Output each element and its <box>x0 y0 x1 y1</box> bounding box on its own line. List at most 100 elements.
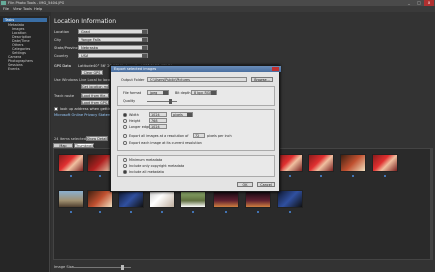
app-icon <box>1 1 6 5</box>
clear-gps-button[interactable]: Clear GPS <box>81 70 103 75</box>
resolution-value: 72 <box>195 134 200 138</box>
width-radio[interactable] <box>123 113 127 117</box>
privacy-link[interactable]: Microsoft Online Privacy Statement <box>54 113 117 117</box>
output-folder-field[interactable]: C:\Users\Public\Pictures <box>147 77 247 82</box>
height-value: 768 <box>151 119 158 123</box>
meta-min-label: Minimum metadata <box>129 158 163 162</box>
bit-depth-dropdown[interactable]: 8 bpc RGB <box>191 90 217 95</box>
get-location-button[interactable]: Get location map <box>81 84 109 89</box>
thumbnail-image[interactable] <box>180 190 206 208</box>
thumbnail-image[interactable] <box>213 190 239 208</box>
unit-dropdown[interactable]: pixels <box>171 112 193 117</box>
thumbnail-scrollbar[interactable] <box>430 149 433 259</box>
location-heading: Location Information <box>54 18 117 25</box>
thumbnail-image[interactable] <box>118 190 144 208</box>
menu-view[interactable]: View <box>13 7 22 11</box>
location-label: Location <box>54 30 70 34</box>
thumbnail-image[interactable] <box>58 190 84 208</box>
gps-label: GPS Data <box>54 64 71 68</box>
selection-count: 24 items selected <box>54 137 87 141</box>
width-input[interactable]: 1024 <box>149 112 167 117</box>
geotag-marker-icon <box>289 211 291 213</box>
menu-file[interactable]: File <box>3 7 9 11</box>
longer-edge-input[interactable]: 1024 <box>149 124 167 129</box>
city-dropdown[interactable]: Yonge Falls <box>78 37 148 42</box>
resolution-note: Export all images at a resolution of <box>129 134 189 138</box>
geotag-marker-icon <box>70 211 72 213</box>
file-format-dropdown[interactable]: jpeg <box>147 90 169 95</box>
menu-help[interactable]: Help <box>34 7 42 11</box>
height-radio[interactable] <box>123 119 127 123</box>
bit-depth-label: Bit depth <box>175 91 191 95</box>
load-from-file-button[interactable]: Load from file... <box>81 93 109 98</box>
thumbnail-image[interactable] <box>58 154 84 172</box>
thumbnail-image[interactable] <box>308 154 334 172</box>
resolution-input[interactable]: 72 <box>193 133 205 138</box>
geotag-marker-icon <box>70 175 72 177</box>
state-dropdown[interactable]: Nebraska <box>78 45 148 50</box>
dialog-title-bar: Export selected images <box>111 66 281 72</box>
thumbnail-image[interactable] <box>340 154 366 172</box>
output-folder-value: C:\Users\Public\Pictures <box>150 78 190 82</box>
state-label: State/Province <box>54 46 81 50</box>
tree-item-events[interactable]: Events <box>8 67 19 71</box>
location-value: Grad <box>81 30 90 34</box>
resolution-radio[interactable] <box>123 134 127 138</box>
city-value: Yonge Falls <box>81 38 101 42</box>
longer-edge-radio[interactable] <box>123 125 127 129</box>
original-resolution-note: Export each image at its current resolut… <box>129 141 202 145</box>
unit-value: pixels <box>173 113 183 117</box>
thumbnail-image[interactable] <box>277 154 303 172</box>
meta-copyright-label: Include only copyright metadata <box>129 164 185 168</box>
geotag-marker-icon <box>384 175 386 177</box>
output-folder-label: Output Folder <box>121 78 145 82</box>
menu-tools[interactable]: Tools <box>23 7 32 11</box>
geotag-marker-icon <box>130 211 132 213</box>
bit-depth-value: 8 bpc RGB <box>194 91 212 95</box>
height-label: Height <box>129 119 141 123</box>
meta-all-label: Include all metadata <box>129 170 164 174</box>
geotag-marker-icon <box>99 211 101 213</box>
tree-root-tasks[interactable]: Tasks <box>3 18 47 22</box>
original-resolution-radio[interactable] <box>123 141 127 145</box>
location-dropdown[interactable]: Grad <box>78 29 148 34</box>
browse-button[interactable]: Browse... <box>251 77 273 82</box>
dialog-close-icon[interactable] <box>272 67 279 71</box>
width-value: 1024 <box>151 113 160 117</box>
dialog-title: Export selected images <box>114 67 157 71</box>
thumbnail-image[interactable] <box>87 190 113 208</box>
geotag-marker-icon <box>192 211 194 213</box>
load-from-gps-button[interactable]: Load from GPS... <box>81 100 109 105</box>
geotag-marker-icon <box>225 211 227 213</box>
ok-button[interactable]: OK <box>237 182 253 187</box>
task-sidebar: Tasks Metadata Images Location Description D… <box>0 16 50 272</box>
geo-note: Use Windows Live Local to locate your im… <box>54 78 114 82</box>
meta-min-radio[interactable] <box>123 158 127 162</box>
geotag-marker-icon <box>257 211 259 213</box>
thumbnail-image[interactable] <box>372 154 398 172</box>
lookup-address-checkbox[interactable] <box>54 107 58 111</box>
resolution-unit: pixels per inch <box>207 134 232 138</box>
show-details-button[interactable]: Show Details <box>86 136 108 141</box>
zoom-slider-thumb[interactable] <box>121 265 124 270</box>
cancel-button[interactable]: Cancel <box>257 182 275 187</box>
geotag-marker-icon <box>99 175 101 177</box>
meta-copyright-radio[interactable] <box>123 164 127 168</box>
export-dialog: Export selected images Output Folder C:\… <box>110 65 281 192</box>
track-label: Track route <box>54 94 75 98</box>
thumbnail-image[interactable] <box>245 190 271 208</box>
quality-slider-thumb[interactable] <box>169 99 172 104</box>
thumbnail-image[interactable] <box>277 190 303 208</box>
width-label: Width <box>129 113 139 117</box>
lookup-note: look up address when getting location <box>60 107 110 111</box>
city-label: City <box>54 38 62 42</box>
meta-all-radio[interactable] <box>123 170 127 174</box>
longer-edge-label: Longer edge <box>129 125 151 129</box>
quality-slider-track[interactable] <box>147 101 177 102</box>
country-label: Country <box>54 54 69 58</box>
geotag-marker-icon <box>352 175 354 177</box>
thumbnail-image[interactable] <box>149 190 175 208</box>
window-title: Flin Photo Tools - IMG_5404.JPG <box>8 1 65 5</box>
country-dropdown[interactable]: USA <box>78 53 148 58</box>
height-input[interactable]: 768 <box>149 118 167 123</box>
